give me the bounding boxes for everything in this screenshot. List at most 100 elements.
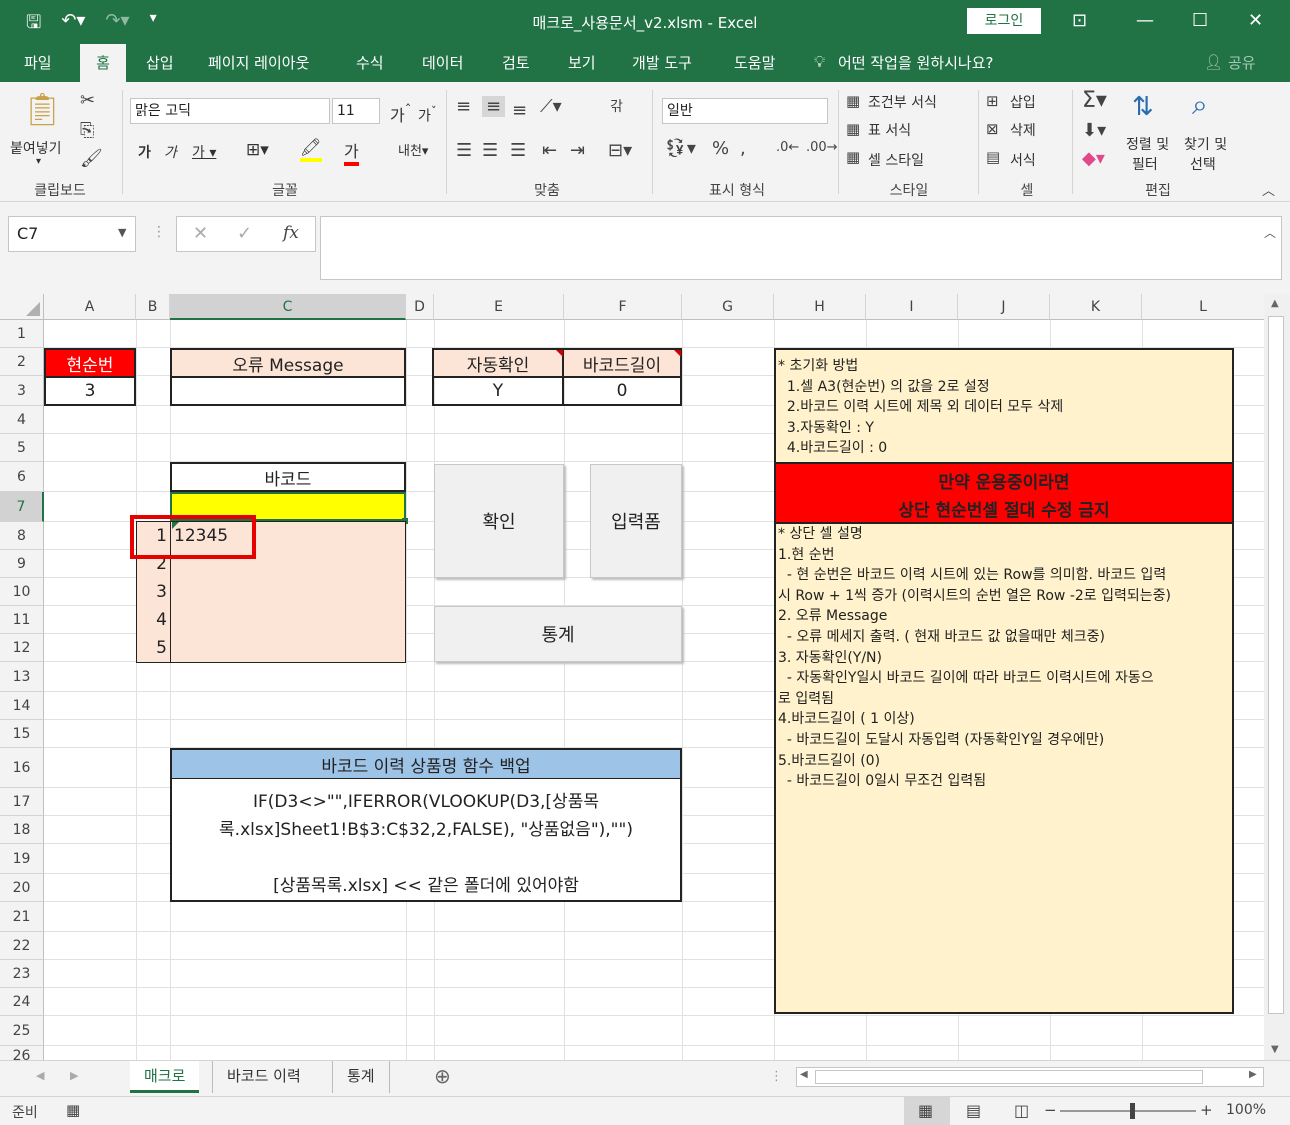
tab-review[interactable]: 검토 bbox=[490, 44, 542, 82]
row-header[interactable]: 21 bbox=[0, 902, 44, 932]
scroll-right-icon[interactable]: ▶ bbox=[1249, 1069, 1257, 1080]
increase-indent-icon[interactable]: ⇥ bbox=[570, 140, 585, 161]
tab-insert[interactable]: 삽입 bbox=[134, 44, 186, 82]
next-sheet-icon[interactable]: ▶ bbox=[70, 1069, 78, 1082]
find-select-icon[interactable]: ⌕ bbox=[1192, 88, 1208, 122]
row-header[interactable]: 1 bbox=[0, 320, 44, 348]
row-header[interactable]: 20 bbox=[0, 874, 44, 902]
row-header[interactable]: 13 bbox=[0, 662, 44, 692]
column-header-b[interactable]: B bbox=[136, 294, 170, 320]
row-header[interactable]: 19 bbox=[0, 844, 44, 874]
worksheet[interactable]: A B C D E F G H I J K L 1 2 3 4 5 6 7 8 9 10 11 12 1… bbox=[0, 294, 1264, 1060]
zoom-in-icon[interactable]: + bbox=[1200, 1101, 1213, 1119]
barcode-header[interactable]: 바코드 bbox=[170, 462, 406, 492]
delete-cells-icon[interactable]: ⊠ bbox=[986, 120, 999, 138]
row-header[interactable]: 22 bbox=[0, 932, 44, 960]
percent-icon[interactable]: % bbox=[712, 138, 729, 159]
column-header-j[interactable]: J bbox=[958, 294, 1050, 320]
align-bottom-icon[interactable]: ≡ bbox=[512, 100, 527, 121]
underline-icon[interactable]: 가 ▾ bbox=[192, 142, 216, 162]
tell-me-search[interactable]: 어떤 작업을 원하시나요? bbox=[826, 44, 1006, 82]
row-header[interactable]: 9 bbox=[0, 550, 44, 578]
row-header[interactable]: 3 bbox=[0, 376, 44, 406]
seq-cell[interactable]: 4 bbox=[136, 606, 170, 634]
tab-home[interactable]: 홈 bbox=[80, 44, 126, 82]
fill-color-icon[interactable]: 🖍︎ bbox=[300, 138, 322, 162]
column-header-f[interactable]: F bbox=[564, 294, 682, 320]
row-header[interactable]: 15 bbox=[0, 720, 44, 748]
collapse-ribbon-icon[interactable]: ︿ bbox=[1262, 180, 1275, 199]
row-header[interactable]: 24 bbox=[0, 988, 44, 1016]
row-header[interactable]: 6 bbox=[0, 462, 44, 492]
fill-icon[interactable]: ⬇▾ bbox=[1082, 120, 1106, 141]
close-icon[interactable]: ✕ bbox=[1248, 10, 1263, 31]
format-painter-icon[interactable]: 🖌︎ bbox=[80, 148, 103, 169]
bold-icon[interactable]: 가 bbox=[138, 142, 151, 162]
font-color-icon[interactable]: 가 bbox=[344, 138, 359, 166]
backup-title[interactable]: 바코드 이력 상품명 함수 백업 bbox=[170, 748, 682, 780]
sort-filter-label-2[interactable]: 필터 bbox=[1132, 154, 1158, 174]
reset-note-box[interactable]: * 초기화 방법 1.셀 A3(현순번) 의 값을 2로 설정 2.바코드 이력… bbox=[774, 348, 1234, 464]
column-header-e[interactable]: E bbox=[434, 294, 564, 320]
decrease-decimal-icon[interactable]: .00→ bbox=[806, 140, 838, 155]
error-message-value[interactable] bbox=[170, 376, 406, 406]
tab-formulas[interactable]: 수식 bbox=[344, 44, 396, 82]
cell-style-button[interactable]: 셀 스타일 bbox=[868, 150, 924, 170]
sheet-tab-stats[interactable]: 통계 bbox=[332, 1061, 390, 1093]
row-header[interactable]: 14 bbox=[0, 692, 44, 720]
current-no-value[interactable]: 3 bbox=[44, 376, 136, 406]
table-format-icon[interactable]: ▦ bbox=[846, 120, 860, 138]
tab-file[interactable]: 파일 bbox=[12, 44, 64, 82]
row-header[interactable]: 2 bbox=[0, 348, 44, 376]
login-button[interactable]: 로그인 bbox=[967, 8, 1041, 34]
zoom-level[interactable]: 100% bbox=[1226, 1102, 1266, 1118]
number-format-select[interactable]: 일반 bbox=[662, 98, 828, 124]
normal-view-button[interactable]: ▦ bbox=[904, 1097, 950, 1125]
row-header[interactable]: 16 bbox=[0, 748, 44, 788]
cut-icon[interactable]: ✂ bbox=[80, 90, 95, 111]
confirm-button[interactable]: 확인 bbox=[434, 464, 564, 578]
auto-confirm-value[interactable]: Y bbox=[432, 376, 564, 406]
find-select-label-1[interactable]: 찾기 및 bbox=[1184, 134, 1227, 154]
border-icon[interactable]: ⊞▾ bbox=[246, 140, 269, 160]
insert-function-icon[interactable]: fx bbox=[283, 223, 299, 243]
tab-help[interactable]: 도움말 bbox=[722, 44, 787, 82]
increase-decimal-icon[interactable]: .0← bbox=[776, 140, 799, 155]
row-header[interactable]: 10 bbox=[0, 578, 44, 606]
italic-icon[interactable]: 가 bbox=[164, 142, 177, 162]
paste-icon[interactable]: 📋︎ bbox=[22, 90, 63, 128]
horizontal-scrollbar[interactable]: ◀ ▶ bbox=[796, 1067, 1264, 1087]
column-header-k[interactable]: K bbox=[1050, 294, 1142, 320]
name-box-dropdown-icon[interactable]: ▼ bbox=[118, 226, 126, 239]
maximize-icon[interactable]: ☐ bbox=[1192, 10, 1208, 31]
seq-cell[interactable]: 3 bbox=[136, 578, 170, 606]
page-layout-view-icon[interactable]: ▤ bbox=[966, 1101, 981, 1120]
barcode-length-value[interactable]: 0 bbox=[562, 376, 682, 406]
conditional-format-icon[interactable]: ▦ bbox=[846, 92, 860, 110]
horizontal-scroll-thumb[interactable] bbox=[815, 1070, 1203, 1084]
font-size-select[interactable]: 11 bbox=[332, 98, 380, 124]
select-all-corner[interactable] bbox=[0, 294, 44, 320]
macro-record-icon[interactable]: ▦ bbox=[66, 1101, 80, 1119]
share-button[interactable]: 공유 bbox=[1216, 44, 1268, 82]
column-header-h[interactable]: H bbox=[774, 294, 866, 320]
expand-formula-icon[interactable]: ︿ bbox=[1264, 224, 1276, 241]
grow-font-icon[interactable]: 가ˆ bbox=[390, 102, 411, 126]
page-break-view-icon[interactable]: ◫ bbox=[1014, 1101, 1029, 1120]
column-header-a[interactable]: A bbox=[44, 294, 136, 320]
column-header-l[interactable]: L bbox=[1142, 294, 1264, 320]
prev-sheet-icon[interactable]: ◀ bbox=[36, 1069, 44, 1082]
sheet-tab-macro[interactable]: 매크로 bbox=[130, 1061, 200, 1093]
format-cells-button[interactable]: 서식 bbox=[1010, 150, 1036, 170]
vertical-scrollbar[interactable]: ▲ ▼ bbox=[1264, 294, 1290, 1060]
new-sheet-icon[interactable]: ⊕ bbox=[434, 1064, 451, 1088]
zoom-slider[interactable] bbox=[1060, 1110, 1196, 1112]
formula-input[interactable] bbox=[320, 216, 1282, 280]
sheet-tab-barcode-history[interactable]: 바코드 이력 bbox=[212, 1061, 315, 1093]
decrease-indent-icon[interactable]: ⇤ bbox=[542, 140, 557, 161]
input-form-button[interactable]: 입력폼 bbox=[590, 464, 682, 578]
tab-page-layout[interactable]: 페이지 레이아웃 bbox=[196, 44, 321, 82]
font-name-select[interactable]: 맑은 고딕 bbox=[130, 98, 330, 124]
column-header-g[interactable]: G bbox=[682, 294, 774, 320]
row-header[interactable]: 23 bbox=[0, 960, 44, 988]
